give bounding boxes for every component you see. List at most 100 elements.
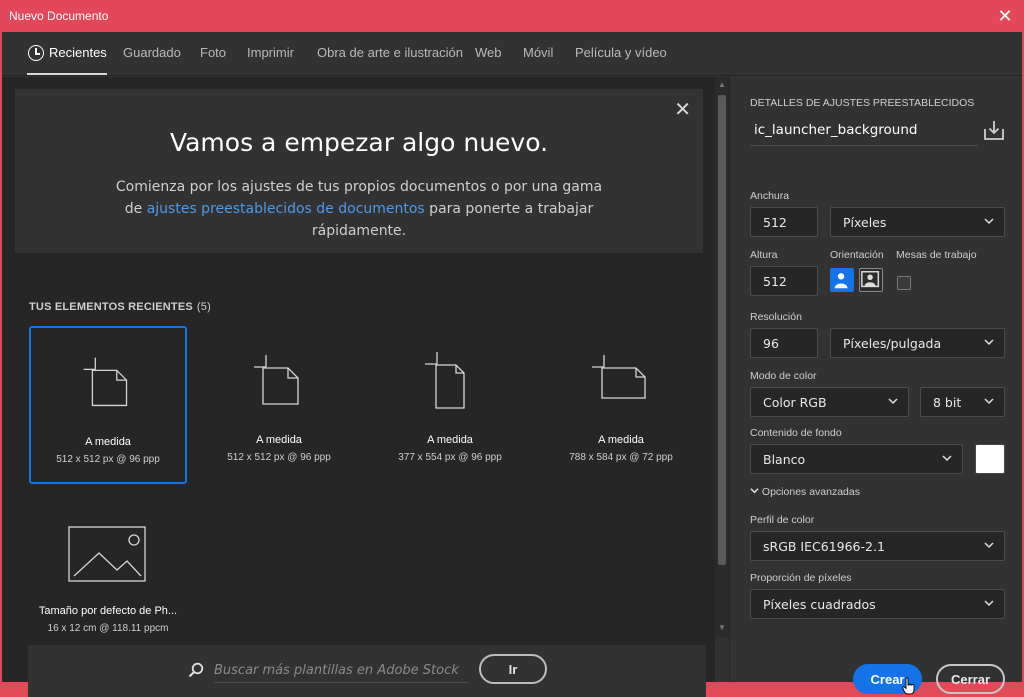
recent-items-title: TUS ELEMENTOS RECIENTES xyxy=(29,301,193,313)
recent-item-name: A medida xyxy=(85,436,131,448)
presets-scrollbar[interactable]: ▲ ▼ xyxy=(715,77,729,637)
scroll-up-icon[interactable]: ▲ xyxy=(717,80,727,89)
color-profile-label: Perfil de color xyxy=(750,514,815,526)
landscape-icon xyxy=(861,271,880,288)
document-landscape-preset-icon xyxy=(592,355,646,399)
orientation-label: Orientación xyxy=(830,249,884,261)
document-preset-icon xyxy=(254,355,299,405)
advanced-options-label: Opciones avanzadas xyxy=(761,486,860,498)
recent-items-heading: TUS ELEMENTOS RECIENTES (5) xyxy=(29,301,211,313)
search-icon xyxy=(188,662,204,678)
resolution-label: Resolución xyxy=(750,311,802,323)
tab-obra-de-arte[interactable]: Obra de arte e ilustración xyxy=(317,45,463,60)
save-preset-icon[interactable] xyxy=(983,119,1005,141)
width-label: Anchura xyxy=(750,190,790,202)
clock-icon xyxy=(28,45,44,61)
image-preset-icon xyxy=(68,526,146,582)
background-contents-value: Blanco xyxy=(763,452,806,467)
dialog-body: Recientes Guardado Foto Imprimir Obra de… xyxy=(2,32,1022,697)
window-title: Nuevo Documento xyxy=(9,9,109,23)
preset-name-field[interactable]: ic_launcher_background xyxy=(750,118,978,146)
color-profile-select[interactable]: sRGB IEC61966-2.1 xyxy=(750,531,1005,561)
background-contents-select[interactable]: Blanco xyxy=(750,444,963,474)
scroll-down-icon[interactable]: ▼ xyxy=(717,623,727,632)
color-profile-value: sRGB IEC61966-2.1 xyxy=(763,539,885,554)
search-go-button[interactable]: Ir xyxy=(479,654,547,684)
portrait-icon xyxy=(834,273,848,289)
pixel-aspect-ratio-value: Píxeles cuadrados xyxy=(763,597,876,612)
chevron-down-icon xyxy=(984,600,994,607)
chevron-down-icon xyxy=(984,398,994,405)
tab-guardado[interactable]: Guardado xyxy=(123,45,181,60)
stock-search-bar: Ir xyxy=(28,645,706,697)
advanced-options-toggle[interactable]: Opciones avanzadas xyxy=(750,486,860,498)
tab-movil[interactable]: Móvil xyxy=(523,45,553,60)
chevron-down-icon xyxy=(942,455,952,462)
recent-item-name: Tamaño por defecto de Ph... xyxy=(38,605,178,617)
window-close-icon[interactable]: ✕ xyxy=(994,5,1016,27)
bit-depth-select[interactable]: 8 bit xyxy=(920,387,1005,417)
portrait-orientation-button[interactable] xyxy=(830,268,854,292)
banner-close-icon[interactable]: ✕ xyxy=(674,97,691,122)
recent-item[interactable]: A medida 512 x 512 px @ 96 ppp xyxy=(200,326,358,484)
color-mode-label: Modo de color xyxy=(750,370,817,382)
preset-tabs: Recientes Guardado Foto Imprimir Obra de… xyxy=(2,32,1022,76)
chevron-down-icon xyxy=(888,398,898,405)
scrollbar-thumb[interactable] xyxy=(718,95,726,565)
tab-recientes[interactable]: Recientes xyxy=(49,45,107,60)
recent-item-size: 16 x 12 cm @ 118.11 ppcm xyxy=(47,623,169,634)
resolution-unit-value: Píxeles/pulgada xyxy=(843,336,942,351)
document-portrait-preset-icon xyxy=(425,352,465,409)
recent-item[interactable]: Tamaño por defecto de Ph... 16 x 12 cm @… xyxy=(29,497,187,655)
recent-item[interactable]: A medida 377 x 554 px @ 96 ppp xyxy=(371,326,529,484)
title-bar: Nuevo Documento ✕ xyxy=(0,0,1024,32)
chevron-down-icon xyxy=(984,218,994,225)
presets-panel: ✕ Vamos a empezar algo nuevo. Comienza p… xyxy=(2,77,715,697)
close-button[interactable]: Cerrar xyxy=(936,664,1005,694)
width-input[interactable]: 512 xyxy=(750,207,818,237)
resolution-unit-select[interactable]: Píxeles/pulgada xyxy=(830,328,1005,358)
landscape-orientation-button[interactable] xyxy=(859,268,883,292)
tab-web[interactable]: Web xyxy=(475,45,502,60)
presets-link[interactable]: ajustes preestablecidos de documentos xyxy=(147,201,425,217)
color-mode-value: Color RGB xyxy=(763,395,827,410)
recent-item[interactable]: A medida 512 x 512 px @ 96 ppp xyxy=(29,326,187,484)
recent-item-name: A medida xyxy=(427,434,473,446)
width-unit-value: Píxeles xyxy=(843,215,887,230)
preset-details-panel: DETALLES DE AJUSTES PREESTABLECIDOS ic_l… xyxy=(729,77,1022,695)
new-document-dialog: Nuevo Documento ✕ Recientes Guardado Fot… xyxy=(0,0,1024,697)
artboards-label: Mesas de trabajo xyxy=(896,249,977,261)
tab-imprimir[interactable]: Imprimir xyxy=(247,45,294,60)
chevron-down-icon xyxy=(984,339,994,346)
recent-items-count: (5) xyxy=(196,301,211,313)
active-tab-indicator xyxy=(27,73,107,75)
recent-item-size: 512 x 512 px @ 96 ppp xyxy=(227,452,331,463)
artboards-checkbox[interactable] xyxy=(897,276,911,290)
height-label: Altura xyxy=(750,249,778,261)
recent-item-name: A medida xyxy=(598,434,644,446)
recent-item-name: A medida xyxy=(256,434,302,446)
pixel-aspect-ratio-label: Proporción de píxeles xyxy=(750,572,852,584)
tab-foto[interactable]: Foto xyxy=(200,45,226,60)
width-unit-select[interactable]: Píxeles xyxy=(830,207,1005,237)
recent-item-size: 788 x 584 px @ 72 ppp xyxy=(569,452,673,463)
background-contents-label: Contenido de fondo xyxy=(750,427,842,439)
recent-item-size: 512 x 512 px @ 96 ppp xyxy=(56,454,160,465)
hand-cursor-icon xyxy=(902,677,915,695)
chevron-down-icon xyxy=(750,488,759,494)
welcome-text: Comienza por los ajustes de tus propios … xyxy=(105,176,613,242)
pixel-aspect-ratio-select[interactable]: Píxeles cuadrados xyxy=(750,589,1005,619)
bit-depth-value: 8 bit xyxy=(933,395,962,410)
color-mode-select[interactable]: Color RGB xyxy=(750,387,909,417)
tab-pelicula-y-video[interactable]: Película y vídeo xyxy=(575,45,667,60)
preset-details-heading: DETALLES DE AJUSTES PREESTABLECIDOS xyxy=(750,97,975,109)
resolution-input[interactable]: 96 xyxy=(750,328,818,358)
chevron-down-icon xyxy=(984,542,994,549)
background-color-swatch[interactable] xyxy=(975,444,1005,474)
recent-item[interactable]: A medida 788 x 584 px @ 72 ppp xyxy=(542,326,700,484)
recent-item-size: 377 x 554 px @ 96 ppp xyxy=(398,452,502,463)
document-preset-icon xyxy=(83,357,128,407)
welcome-banner: ✕ Vamos a empezar algo nuevo. Comienza p… xyxy=(15,89,703,253)
stock-search-input[interactable] xyxy=(214,659,469,683)
height-input[interactable]: 512 xyxy=(750,266,818,296)
